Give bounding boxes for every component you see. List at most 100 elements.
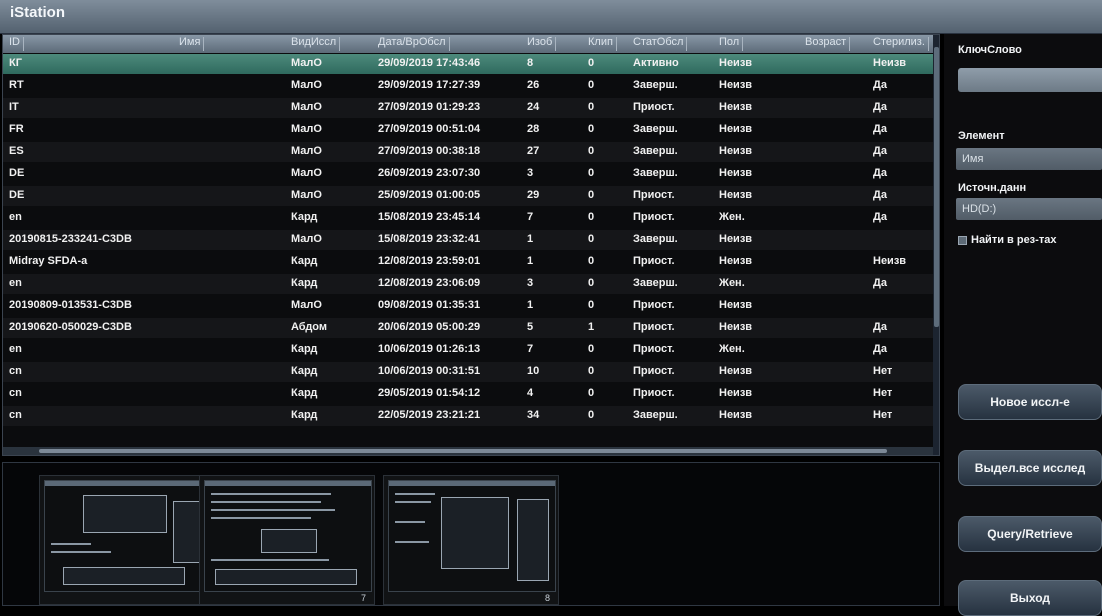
table-row[interactable]: cn Кард 10/06/2019 00:31:51 10 0 Приост. Неизв… xyxy=(3,362,933,382)
cell-clips: 0 xyxy=(588,79,595,91)
cell-sex: Неизв xyxy=(719,79,753,91)
title-bar: iStation xyxy=(0,0,1102,34)
cell-id: en xyxy=(9,343,22,355)
cell-date: 10/06/2019 01:26:13 xyxy=(378,343,481,355)
cell-status: Приост. xyxy=(633,343,675,355)
cell-exam-type: Кард xyxy=(291,211,318,223)
exit-button[interactable]: Выход xyxy=(958,580,1102,616)
cell-status: Заверш. xyxy=(633,409,678,421)
cell-status: Активно xyxy=(633,57,679,69)
keyword-label: КлючСлово xyxy=(958,44,1022,56)
cell-images: 1 xyxy=(527,299,534,311)
cell-id: cn xyxy=(9,365,22,377)
column-header-images[interactable]: Изоб xyxy=(527,36,557,52)
cell-clips: 0 xyxy=(588,189,595,201)
cell-sterilization: Да xyxy=(873,189,887,201)
keyword-input[interactable] xyxy=(958,68,1102,92)
column-header-sterilization[interactable]: Стерилиз. xyxy=(873,36,929,52)
cell-status: Заверш. xyxy=(633,167,678,179)
cell-sex: Жен. xyxy=(719,343,745,355)
cell-id: КГ xyxy=(9,57,22,69)
cell-date: 26/09/2019 23:07:30 xyxy=(378,167,481,179)
image-thumbnail[interactable]: 7 xyxy=(199,475,375,605)
table-row[interactable]: DE МалО 26/09/2019 23:07:30 3 0 Заверш. Неизв Д… xyxy=(3,164,933,184)
thumbnail-number: 7 xyxy=(360,593,366,603)
cell-sex: Неизв xyxy=(719,101,753,113)
cell-images: 24 xyxy=(527,101,540,113)
select-all-exams-button[interactable]: Выдел.все исслед xyxy=(958,450,1102,486)
cell-sex: Неизв xyxy=(719,189,753,201)
table-row[interactable]: FR МалО 27/09/2019 00:51:04 28 0 Заверш. Неизв… xyxy=(3,120,933,140)
cell-sex: Неизв xyxy=(719,255,753,267)
column-header-sex[interactable]: Пол xyxy=(719,36,744,52)
cell-date: 15/08/2019 23:32:41 xyxy=(378,233,481,245)
cell-clips: 0 xyxy=(588,409,595,421)
cell-sex: Неизв xyxy=(719,365,753,377)
cell-sex: Неизв xyxy=(719,387,753,399)
table-row[interactable]: 20190815-233241-C3DB МалО 15/08/2019 23:32… xyxy=(3,230,933,250)
cell-sex: Неизв xyxy=(719,167,753,179)
source-select-value: HD(D:) xyxy=(962,203,997,215)
table-row[interactable]: en Кард 15/08/2019 23:45:14 7 0 Приост. Жен. Да xyxy=(3,208,933,228)
cell-sterilization: Нет xyxy=(873,365,893,377)
find-in-results-label[interactable]: Найти в рез-тах xyxy=(971,234,1056,246)
horizontal-scroll-thumb[interactable] xyxy=(39,449,887,453)
cell-images: 1 xyxy=(527,255,534,267)
new-exam-button[interactable]: Новое иссл-е xyxy=(958,384,1102,420)
cell-images: 3 xyxy=(527,277,534,289)
table-row[interactable]: en Кард 10/06/2019 01:26:13 7 0 Приост. Жен. Да xyxy=(3,340,933,360)
cell-id: Midray SFDA-a xyxy=(9,255,88,267)
table-row[interactable]: cn Кард 22/05/2019 23:21:21 34 0 Заверш. Неизв… xyxy=(3,406,933,426)
table-row[interactable]: IT МалО 27/09/2019 01:29:23 24 0 Приост. Неизв… xyxy=(3,98,933,118)
vertical-scroll-thumb[interactable] xyxy=(934,47,939,327)
cell-status: Заверш. xyxy=(633,233,678,245)
column-header-clips[interactable]: Клип xyxy=(588,36,617,52)
element-select[interactable]: Имя xyxy=(956,148,1102,170)
column-header-date[interactable]: Дата/ВрОбсл xyxy=(378,36,450,52)
cell-date: 25/09/2019 01:00:05 xyxy=(378,189,481,201)
cell-id: cn xyxy=(9,409,22,421)
cell-sterilization: Да xyxy=(873,321,887,333)
table-row[interactable]: RT МалО 29/09/2019 17:27:39 26 0 Заверш. Неизв… xyxy=(3,76,933,96)
table-row[interactable]: 20190620-050029-C3DB Абдом 20/06/2019 05:0… xyxy=(3,318,933,338)
table-row[interactable]: КГ МалО 29/09/2019 17:43:46 8 0 Активно Неизв Н… xyxy=(3,54,933,74)
cell-id: 20190809-013531-C3DB xyxy=(9,299,132,311)
cell-date: 29/09/2019 17:27:39 xyxy=(378,79,481,91)
table-row[interactable]: Midray SFDA-a Кард 12/08/2019 23:59:01 1 0 Пр… xyxy=(3,252,933,272)
vertical-scrollbar[interactable] xyxy=(933,35,939,455)
source-select[interactable]: HD(D:) xyxy=(956,198,1102,220)
table-row[interactable]: DE МалО 25/09/2019 01:00:05 29 0 Приост. Неизв… xyxy=(3,186,933,206)
cell-id: en xyxy=(9,277,22,289)
table-row[interactable]: en Кард 12/08/2019 23:06:09 3 0 Заверш. Жен. Да xyxy=(3,274,933,294)
cell-status: Приост. xyxy=(633,101,675,113)
cell-images: 1 xyxy=(527,233,534,245)
column-header-status[interactable]: СтатОбсл xyxy=(633,36,688,52)
exam-table[interactable]: ID Имя ВидИссл Дата/ВрОбсл Изоб Клип Ста… xyxy=(2,34,940,456)
find-in-results-checkbox[interactable] xyxy=(958,236,967,245)
cell-sterilization: Да xyxy=(873,167,887,179)
cell-exam-type: МалО xyxy=(291,79,322,91)
search-panel: КлючСлово Элемент Имя Источн.данн HD(D:)… xyxy=(944,34,1102,616)
query-retrieve-button[interactable]: Query/Retrieve xyxy=(958,516,1102,552)
column-header-name[interactable]: Имя xyxy=(179,36,205,52)
image-thumbnail[interactable]: 1 xyxy=(39,475,215,605)
image-thumbnail[interactable]: 8 xyxy=(383,475,559,605)
table-row[interactable]: cn Кард 29/05/2019 01:54:12 4 0 Приост. Неизв Н… xyxy=(3,384,933,404)
table-row[interactable]: 20190809-013531-C3DB МалО 09/08/2019 01:35… xyxy=(3,296,933,316)
cell-sterilization: Неизв xyxy=(873,255,907,267)
cell-clips: 0 xyxy=(588,233,595,245)
column-header-age[interactable]: Возраст xyxy=(805,36,851,52)
cell-clips: 0 xyxy=(588,299,595,311)
cell-sex: Жен. xyxy=(719,277,745,289)
cell-images: 4 xyxy=(527,387,534,399)
cell-status: Приост. xyxy=(633,189,675,201)
column-header-id[interactable]: ID xyxy=(9,36,24,52)
cell-clips: 0 xyxy=(588,277,595,289)
horizontal-scrollbar[interactable] xyxy=(3,447,933,455)
table-row[interactable]: ES МалО 27/09/2019 00:38:18 27 0 Заверш. Неизв… xyxy=(3,142,933,162)
cell-status: Приост. xyxy=(633,365,675,377)
cell-status: Приост. xyxy=(633,387,675,399)
cell-sex: Неизв xyxy=(719,123,753,135)
column-header-exam-type[interactable]: ВидИссл xyxy=(291,36,341,52)
cell-exam-type: МалО xyxy=(291,145,322,157)
